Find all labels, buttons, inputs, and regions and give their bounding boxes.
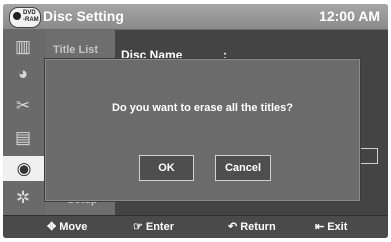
hint-return-label: Return xyxy=(240,221,276,233)
menu-item-title-list[interactable]: Title List xyxy=(53,44,98,56)
move-icon: ✥ xyxy=(47,221,57,233)
dvd-recorder-screen: DVD -RAM Disc Setting 12:00 AM ▥ ◕ ✂ ▤ ◉… xyxy=(3,4,388,238)
ok-button[interactable]: OK xyxy=(139,155,194,181)
hint-enter: ☞ Enter xyxy=(133,220,174,233)
hint-move-label: Move xyxy=(59,221,88,233)
bottom-bar: ✥ Move ☞ Enter ↶ Return ⇤ Exit xyxy=(3,215,388,238)
disc-lock-icon[interactable]: ◕ xyxy=(7,61,39,86)
dialog-message: Do you want to erase all the titles? xyxy=(112,102,293,114)
enter-icon: ☞ xyxy=(133,221,143,233)
hint-exit: ⇤ Exit xyxy=(315,220,347,233)
sidebar: ▥ ◕ ✂ ▤ ◉ ✲ xyxy=(3,30,45,215)
playlist-icon[interactable]: ▤ xyxy=(7,125,39,150)
hint-return: ↶ Return xyxy=(228,220,276,233)
gear-icon[interactable]: ✲ xyxy=(7,185,39,210)
badge-line-2: -RAM xyxy=(23,17,39,23)
return-icon: ↶ xyxy=(228,221,238,233)
scissors-icon[interactable]: ✂ xyxy=(7,93,39,118)
hint-exit-label: Exit xyxy=(327,221,348,233)
confirm-dialog: Do you want to erase all the titles? OK … xyxy=(45,59,360,201)
disc-setting-icon[interactable]: ◉ xyxy=(3,156,45,181)
cancel-button[interactable]: Cancel xyxy=(215,155,271,181)
clock: 12:00 AM xyxy=(319,8,380,24)
badge-line-1: DVD xyxy=(23,10,36,16)
hint-move: ✥ Move xyxy=(47,220,87,233)
exit-icon: ⇤ xyxy=(315,221,325,233)
page-title: Disc Setting xyxy=(43,8,124,24)
disc-icon xyxy=(13,12,21,20)
film-icon[interactable]: ▥ xyxy=(7,34,39,59)
dvd-ram-badge: DVD -RAM xyxy=(9,7,41,28)
hint-enter-label: Enter xyxy=(145,221,174,233)
title-bar: DVD -RAM Disc Setting 12:00 AM xyxy=(3,4,388,30)
